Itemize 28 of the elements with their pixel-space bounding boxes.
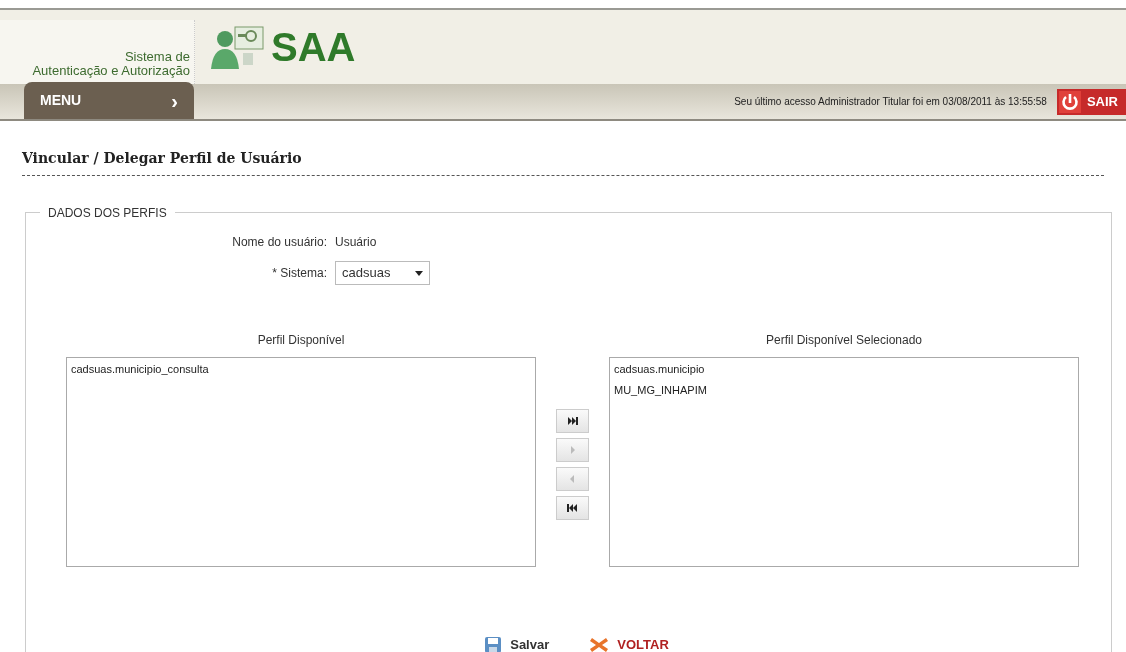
list-item[interactable]: MU_MG_INHAPIM — [614, 381, 707, 398]
page-title: Vincular / Delegar Perfil de Usuário — [22, 149, 303, 168]
back-button[interactable]: VOLTAR — [589, 635, 669, 652]
list-title: Perfil Disponível — [257, 332, 345, 349]
cross-icon — [589, 635, 610, 652]
menu-button[interactable]: MENU › — [24, 82, 194, 119]
system-dropdown[interactable]: cadsuas — [335, 261, 430, 285]
power-icon — [1058, 90, 1081, 113]
user-key-logo-icon — [211, 23, 265, 71]
list-item[interactable]: cadsuas.municipio_consulta — [71, 361, 209, 378]
dropdown-caret-icon — [415, 270, 423, 276]
field-label: Nome do usuário: — [232, 234, 327, 251]
move-button[interactable] — [556, 408, 589, 433]
list-item[interactable]: cadsuas.municipio — [614, 361, 705, 378]
profile-list[interactable]: cadsuas.municipio MU_MG_INHAPIM — [609, 357, 1079, 567]
save-button[interactable]: Salvar — [484, 635, 550, 652]
move-button[interactable] — [556, 495, 589, 520]
system-name: Sistema de — [124, 50, 190, 64]
logout-button[interactable]: SAIR — [1056, 88, 1126, 115]
double-left-icon — [567, 502, 578, 513]
logo-text: SAA — [271, 27, 356, 67]
user-name-value: Usuário — [335, 234, 378, 251]
system-name: Autenticação e Autorização — [32, 64, 190, 78]
list-title: Perfil Disponível Selecionado — [765, 332, 923, 349]
double-right-icon — [567, 415, 578, 426]
field-label: * Sistema: — [272, 265, 327, 282]
profile-list[interactable]: cadsuas.municipio_consulta — [66, 357, 536, 567]
last-access-text: Seu último acesso Administrador Titular foi em 03/08/2011 às 13:55:58 — [734, 95, 1047, 109]
